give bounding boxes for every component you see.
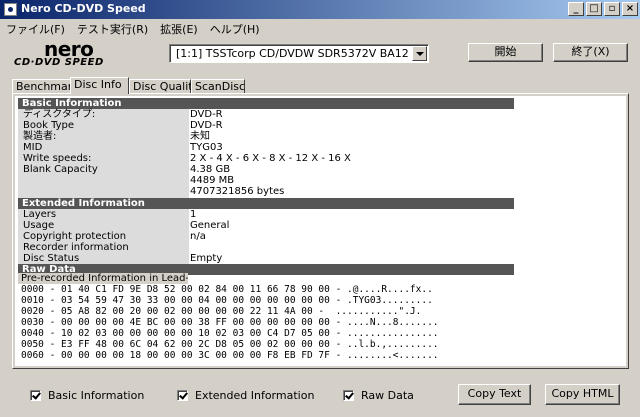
row-label: Blank Capacity	[23, 164, 98, 175]
start-button[interactable]: 開始	[468, 43, 543, 62]
tab-disc-quality[interactable]: Disc Quality	[129, 79, 199, 94]
extended-info-header: Extended Information	[18, 198, 514, 209]
basic-info-checkbox[interactable]: Basic Information	[30, 389, 144, 402]
row-label: 製造者:	[23, 131, 57, 142]
checkbox-checked-icon[interactable]	[343, 390, 354, 401]
raw-data-checkbox[interactable]: Raw Data	[343, 389, 414, 402]
row-value: 4707321856 bytes	[190, 186, 285, 197]
chevron-down-icon[interactable]	[412, 46, 427, 61]
app-icon[interactable]	[4, 3, 17, 16]
hex-dump-line: 0000 - 01 40 C1 FD 9E D8 52 00 02 84 00 …	[21, 284, 433, 295]
row-value: 1	[190, 209, 197, 220]
extended-info-checkbox[interactable]: Extended Information	[177, 389, 314, 402]
row-label: Disc Status	[23, 253, 80, 264]
row-label: Recorder information	[23, 242, 129, 253]
minimize-button[interactable]: _	[568, 2, 584, 16]
row-label: Layers	[23, 209, 57, 220]
checkbox-label: Raw Data	[361, 389, 414, 402]
window-title: Nero CD-DVD Speed	[21, 2, 146, 15]
disc-info-content[interactable]: Basic Information ディスクタイプ: DVD-R Book Ty…	[15, 96, 626, 366]
row-value: Empty	[190, 253, 223, 264]
tab-disc-info[interactable]: Disc Info	[70, 77, 129, 94]
checkbox-checked-icon[interactable]	[30, 390, 41, 401]
row-label: ディスクタイプ:	[23, 109, 96, 120]
row-label: Usage	[23, 220, 55, 231]
row-value: 未知	[190, 131, 210, 142]
hex-dump-line: 0040 - 10 02 03 00 00 00 00 00 10 02 03 …	[21, 328, 439, 339]
copy-text-button[interactable]: Copy Text	[458, 384, 531, 405]
hex-dump-line: 0010 - 03 54 59 47 30 33 00 00 04 00 00 …	[21, 295, 433, 306]
title-bar: Nero CD-DVD Speed _ □ ▫ ×	[0, 0, 640, 19]
logo-sub-text: CD·DVD SPEED	[14, 57, 104, 68]
row-label: MID	[23, 142, 43, 153]
menu-bar: ファイル(F) テスト実行(R) 拡張(E) ヘルプ(H)	[0, 19, 640, 37]
row-value: General	[190, 220, 230, 231]
restore-button[interactable]: ▫	[604, 2, 620, 16]
nero-logo: nero CD·DVD SPEED	[14, 37, 144, 69]
row-value: 2 X - 4 X - 6 X - 8 X - 12 X - 16 X	[190, 153, 351, 164]
hex-dump-line: 0050 - E3 FF 48 00 6C 04 62 00 2C D8 05 …	[21, 339, 439, 350]
close-button[interactable]: ×	[622, 2, 638, 16]
tab-benchmark[interactable]: Benchmark	[12, 79, 79, 94]
menu-help[interactable]: ヘルプ(H)	[204, 19, 266, 37]
row-label: Write speeds:	[23, 153, 92, 164]
drive-select-value: [1:1] TSSTcorp CD/DVDW SDR5372V BA12	[176, 47, 409, 60]
row-value: TYG03	[190, 142, 223, 153]
row-value: n/a	[190, 231, 206, 242]
menu-test-run[interactable]: テスト実行(R)	[71, 19, 154, 37]
hex-dump-line: 0060 - 00 00 00 00 18 00 00 00 3C 00 00 …	[21, 350, 439, 361]
checkbox-checked-icon[interactable]	[177, 390, 188, 401]
drive-select[interactable]: [1:1] TSSTcorp CD/DVDW SDR5372V BA12	[169, 44, 429, 63]
copy-html-button[interactable]: Copy HTML	[545, 384, 620, 405]
row-value: 4489 MB	[190, 175, 235, 186]
row-value: DVD-R	[190, 120, 223, 131]
row-label: Copyright protection	[23, 231, 127, 242]
maximize-button[interactable]: □	[586, 2, 602, 16]
exit-button[interactable]: 終了(X)	[553, 43, 628, 62]
row-label: Book Type	[23, 120, 75, 131]
tab-scandisc[interactable]: ScanDisc	[191, 79, 245, 94]
menu-extension[interactable]: 拡張(E)	[154, 19, 204, 37]
menu-file[interactable]: ファイル(F)	[0, 19, 71, 37]
basic-info-header: Basic Information	[18, 98, 514, 109]
disc-info-panel: Basic Information ディスクタイプ: DVD-R Book Ty…	[12, 93, 629, 369]
checkbox-label: Basic Information	[48, 389, 145, 402]
checkbox-label: Extended Information	[195, 389, 315, 402]
row-value: DVD-R	[190, 109, 223, 120]
hex-dump-line: 0030 - 00 00 00 00 4E BC 00 00 38 FF 00 …	[21, 317, 439, 328]
hex-dump-line: 0020 - 05 A8 82 00 20 00 02 00 00 00 00 …	[21, 306, 422, 317]
raw-data-label: Pre-recorded Information in Lead-in ...	[18, 273, 188, 284]
row-value: 4.38 GB	[190, 164, 231, 175]
